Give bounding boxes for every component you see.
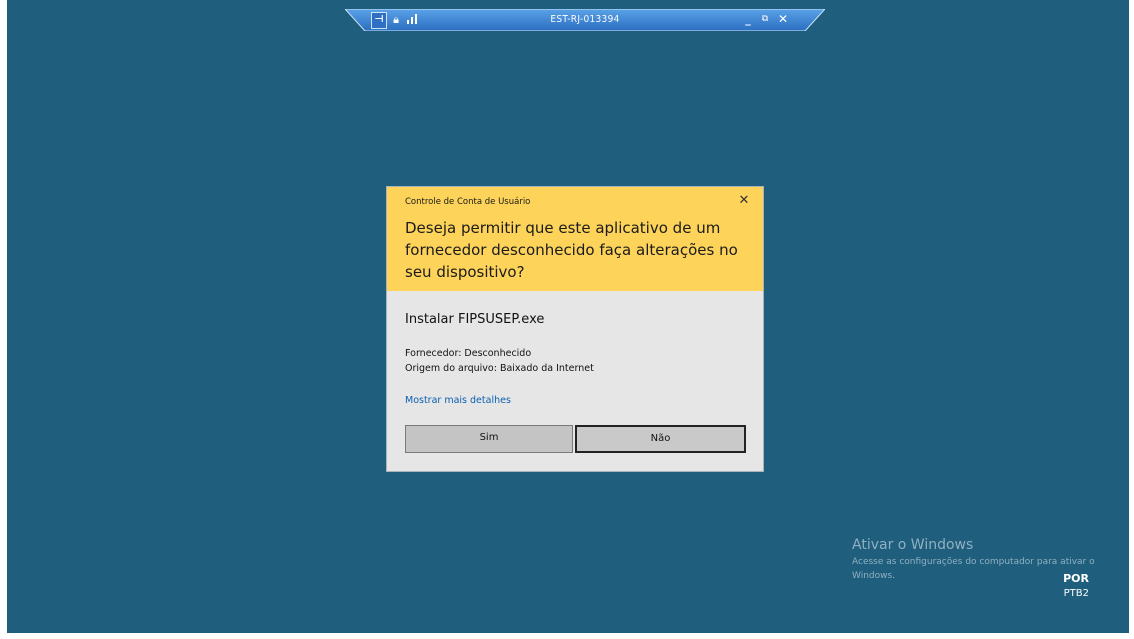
uac-dialog: Controle de Conta de Usuário ✕ Deseja pe…	[386, 186, 764, 472]
restore-button[interactable]: ⧉	[759, 12, 771, 27]
uac-header: Controle de Conta de Usuário ✕ Deseja pe…	[387, 187, 763, 291]
language-code: POR	[1063, 572, 1089, 585]
show-details-link[interactable]: Mostrar mais detalhes	[405, 395, 511, 406]
uac-caption: Controle de Conta de Usuário	[405, 197, 531, 207]
minimize-button[interactable]: _	[742, 12, 754, 27]
pin-icon[interactable]: ⊣	[371, 12, 387, 29]
app-name: Instalar FIPSUSEP.exe	[405, 312, 545, 327]
watermark-title: Ativar o Windows	[852, 537, 974, 553]
origin-label: Origem do arquivo: Baixado da Internet	[405, 363, 594, 374]
signal-icon	[406, 12, 420, 27]
language-indicator[interactable]: POR PTB2	[1063, 571, 1089, 601]
close-icon[interactable]: ✕	[776, 12, 790, 27]
lock-icon: 🔒︎	[393, 13, 399, 26]
publisher-label: Fornecedor: Desconhecido	[405, 348, 532, 359]
rdp-connection-bar: ⊣ 🔒︎ EST-RJ-013394 _ ⧉ ✕	[345, 9, 825, 31]
no-button[interactable]: Não	[575, 425, 746, 453]
uac-meta: Fornecedor: Desconhecido Origem do arqui…	[405, 346, 594, 376]
rdp-title: EST-RJ-013394	[550, 14, 620, 25]
yes-button[interactable]: Sim	[405, 425, 573, 453]
close-icon[interactable]: ✕	[737, 194, 751, 208]
uac-question: Deseja permitir que este aplicativo de u…	[405, 219, 738, 281]
keyboard-layout: PTB2	[1063, 588, 1089, 599]
